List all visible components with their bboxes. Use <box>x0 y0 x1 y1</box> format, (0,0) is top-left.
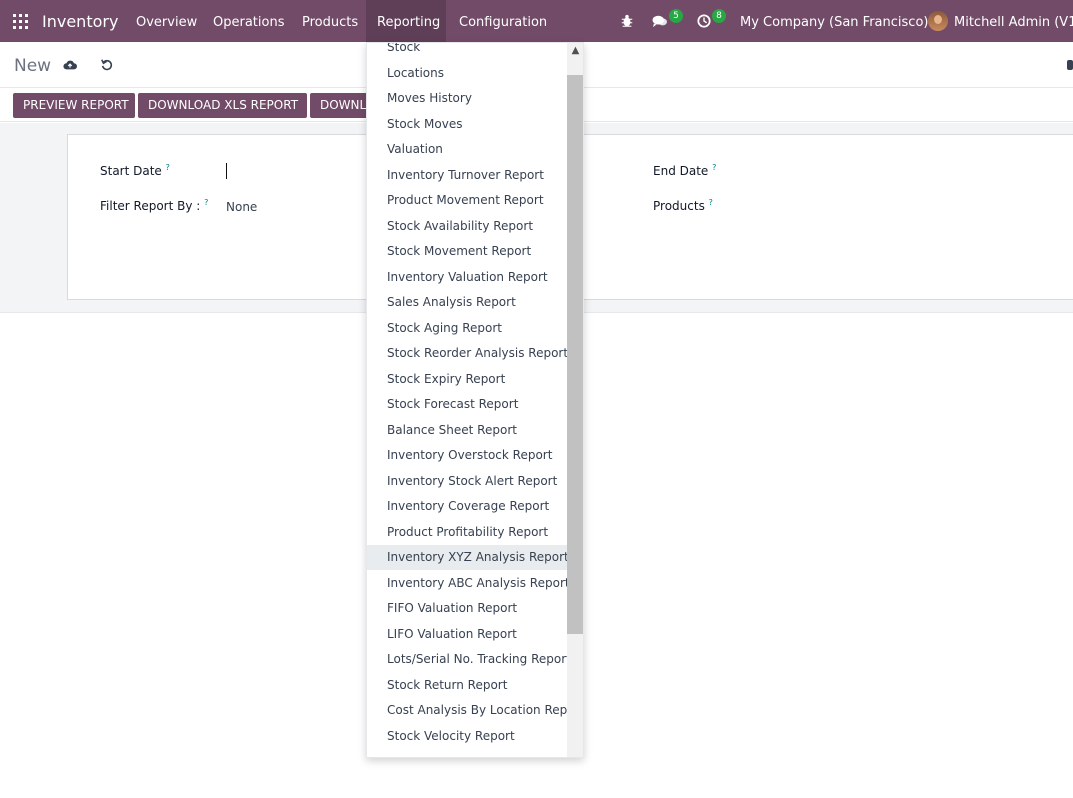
reporting-menu-item[interactable]: Inventory Turnover Report <box>367 163 567 188</box>
menu-overview[interactable]: Overview <box>136 15 197 30</box>
dropdown-scrollbar-thumb[interactable] <box>567 75 583 634</box>
reporting-menu-item[interactable]: Inventory Overstock Report <box>367 443 567 468</box>
filter-help[interactable]: ? <box>204 198 208 207</box>
reporting-menu-item[interactable]: Stock Return Report <box>367 673 567 698</box>
apps-grid-icon[interactable] <box>13 14 28 29</box>
reporting-menu-item[interactable]: FIFO Valuation Report <box>367 596 567 621</box>
top-navbar: Inventory Overview Operations Products R… <box>0 0 1073 42</box>
reporting-menu-item[interactable]: Stock Velocity Report <box>367 724 567 749</box>
menu-reporting[interactable]: Reporting <box>377 15 440 30</box>
download-xls-report-button[interactable]: DOWNLOAD XLS REPORT <box>138 93 307 118</box>
reporting-menu-item[interactable]: LIFO Valuation Report <box>367 622 567 647</box>
reporting-menu-item[interactable]: Stock Forecast Report <box>367 392 567 417</box>
reporting-menu-item[interactable]: Inventory Stock Alert Report <box>367 469 567 494</box>
company-switcher[interactable]: My Company (San Francisco) <box>740 15 928 30</box>
breadcrumb-title: New <box>14 56 52 76</box>
reporting-menu-item[interactable]: Lots/Serial No. Tracking Report <box>367 647 571 672</box>
reporting-menu-item[interactable]: Stock Movement Report <box>367 239 567 264</box>
start-date-label: Start Date ? <box>100 163 170 178</box>
user-menu[interactable]: Mitchell Admin (V16 <box>954 15 1073 30</box>
reporting-menu-item[interactable]: Stock Reorder Analysis Report <box>367 341 568 366</box>
reporting-menu-item[interactable]: Valuation <box>367 137 567 162</box>
reporting-menu-item[interactable]: Locations <box>367 61 567 86</box>
menu-configuration[interactable]: Configuration <box>459 15 547 30</box>
start-date-input[interactable] <box>226 163 227 179</box>
reporting-menu-item[interactable]: Product Profitability Report <box>367 520 567 545</box>
gear-icon[interactable] <box>1067 60 1073 70</box>
menu-operations[interactable]: Operations <box>213 15 284 30</box>
start-date-help[interactable]: ? <box>166 163 170 172</box>
menu-products[interactable]: Products <box>302 15 358 30</box>
reporting-menu-item[interactable]: Stock Expiry Report <box>367 367 567 392</box>
reporting-menu-item[interactable]: Product Movement Report <box>367 188 567 213</box>
discard-undo-icon[interactable] <box>100 58 114 72</box>
activities-badge: 8 <box>712 9 726 23</box>
reporting-menu-item[interactable]: Sales Analysis Report <box>367 290 567 315</box>
filter-report-label: Filter Report By : ? <box>100 198 209 213</box>
reporting-menu-item[interactable]: Inventory ABC Analysis Report <box>367 571 570 596</box>
cloud-upload-icon[interactable] <box>63 58 77 72</box>
scroll-up-arrow-icon[interactable]: ▲ <box>567 43 583 59</box>
reporting-menu-item[interactable]: Stock <box>367 43 567 60</box>
reporting-menu-item[interactable]: Cost Analysis By Location Report <box>367 698 583 723</box>
bug-icon[interactable] <box>619 14 635 28</box>
products-help[interactable]: ? <box>709 198 713 207</box>
messages-badge: 5 <box>669 9 683 23</box>
messages-icon[interactable] <box>651 14 669 28</box>
end-date-help[interactable]: ? <box>712 163 716 172</box>
reporting-menu-item[interactable]: Stock Moves <box>367 112 567 137</box>
reporting-menu-item[interactable]: Inventory Coverage Report <box>367 494 567 519</box>
reporting-menu-item[interactable]: Inventory XYZ Analysis Report <box>367 545 569 570</box>
products-label: Products ? <box>653 198 713 213</box>
reporting-menu-item[interactable]: Stock Aging Report <box>367 316 567 341</box>
preview-report-button[interactable]: PREVIEW REPORT <box>13 93 135 118</box>
clock-icon[interactable] <box>696 14 712 28</box>
reporting-dropdown-menu[interactable]: Stock Locations Moves History Stock Moves Va… <box>366 42 584 758</box>
app-brand[interactable]: Inventory <box>42 12 118 31</box>
reporting-menu-item[interactable]: Balance Sheet Report <box>367 418 567 443</box>
reporting-menu-item[interactable]: Inventory Valuation Report <box>367 265 567 290</box>
filter-report-select[interactable]: None <box>226 200 257 214</box>
user-avatar[interactable] <box>928 11 948 31</box>
end-date-label: End Date ? <box>653 163 717 178</box>
reporting-menu-item[interactable]: Stock Availability Report <box>367 214 567 239</box>
reporting-menu-item[interactable]: Moves History <box>367 86 567 111</box>
